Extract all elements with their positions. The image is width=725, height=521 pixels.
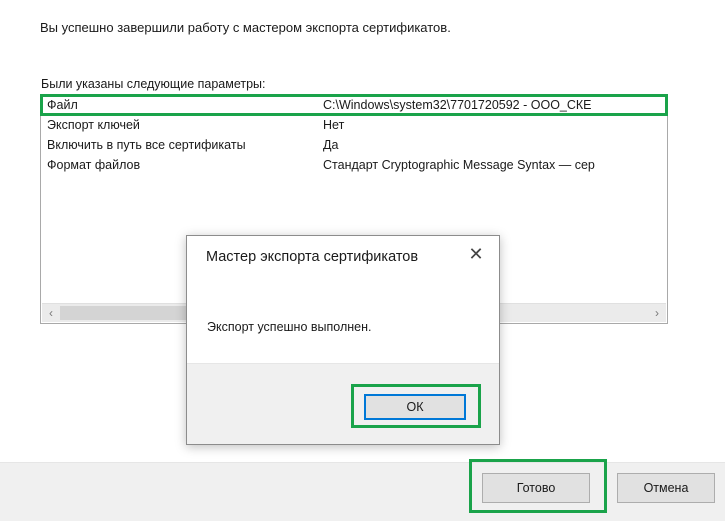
param-key: Экспорт ключей bbox=[47, 118, 140, 132]
ok-button[interactable]: ОК bbox=[364, 394, 466, 420]
params-row-file[interactable]: Файл C:\Windows\system32\7701720592 - ОО… bbox=[40, 94, 668, 116]
finish-button[interactable]: Готово bbox=[482, 473, 590, 503]
params-row-include-path[interactable]: Включить в путь все сертификаты Да bbox=[41, 135, 667, 155]
param-value: Нет bbox=[323, 118, 345, 132]
param-value: Стандарт Cryptographic Message Syntax — … bbox=[323, 158, 595, 172]
chevron-left-icon[interactable]: ‹ bbox=[42, 304, 60, 322]
intro-text: Вы успешно завершили работу с мастером э… bbox=[40, 20, 451, 35]
param-key: Формат файлов bbox=[47, 158, 141, 172]
param-value: Да bbox=[323, 138, 339, 152]
close-icon[interactable]: ✕ bbox=[467, 245, 485, 263]
dialog-footer: ОК bbox=[187, 363, 499, 444]
dialog-title: Мастер экспорта сертификатов bbox=[206, 249, 419, 265]
params-row-export-keys[interactable]: Экспорт ключей Нет bbox=[41, 115, 667, 135]
params-row-format[interactable]: Формат файлов Стандарт Cryptographic Mes… bbox=[41, 155, 667, 175]
param-key: Включить в путь все сертификаты bbox=[47, 138, 246, 152]
param-value: C:\Windows\system32\7701720592 - ООО_СКЕ bbox=[323, 98, 592, 112]
params-label: Были указаны следующие параметры: bbox=[41, 77, 266, 91]
export-complete-dialog: Мастер экспорта сертификатов ✕ Экспорт у… bbox=[186, 235, 500, 445]
cancel-button[interactable]: Отмена bbox=[617, 473, 715, 503]
dialog-message: Экспорт успешно выполнен. bbox=[207, 320, 372, 334]
chevron-right-icon[interactable]: › bbox=[648, 304, 666, 322]
param-key: Файл bbox=[47, 98, 78, 112]
ok-highlight-frame: ОК bbox=[351, 384, 481, 428]
